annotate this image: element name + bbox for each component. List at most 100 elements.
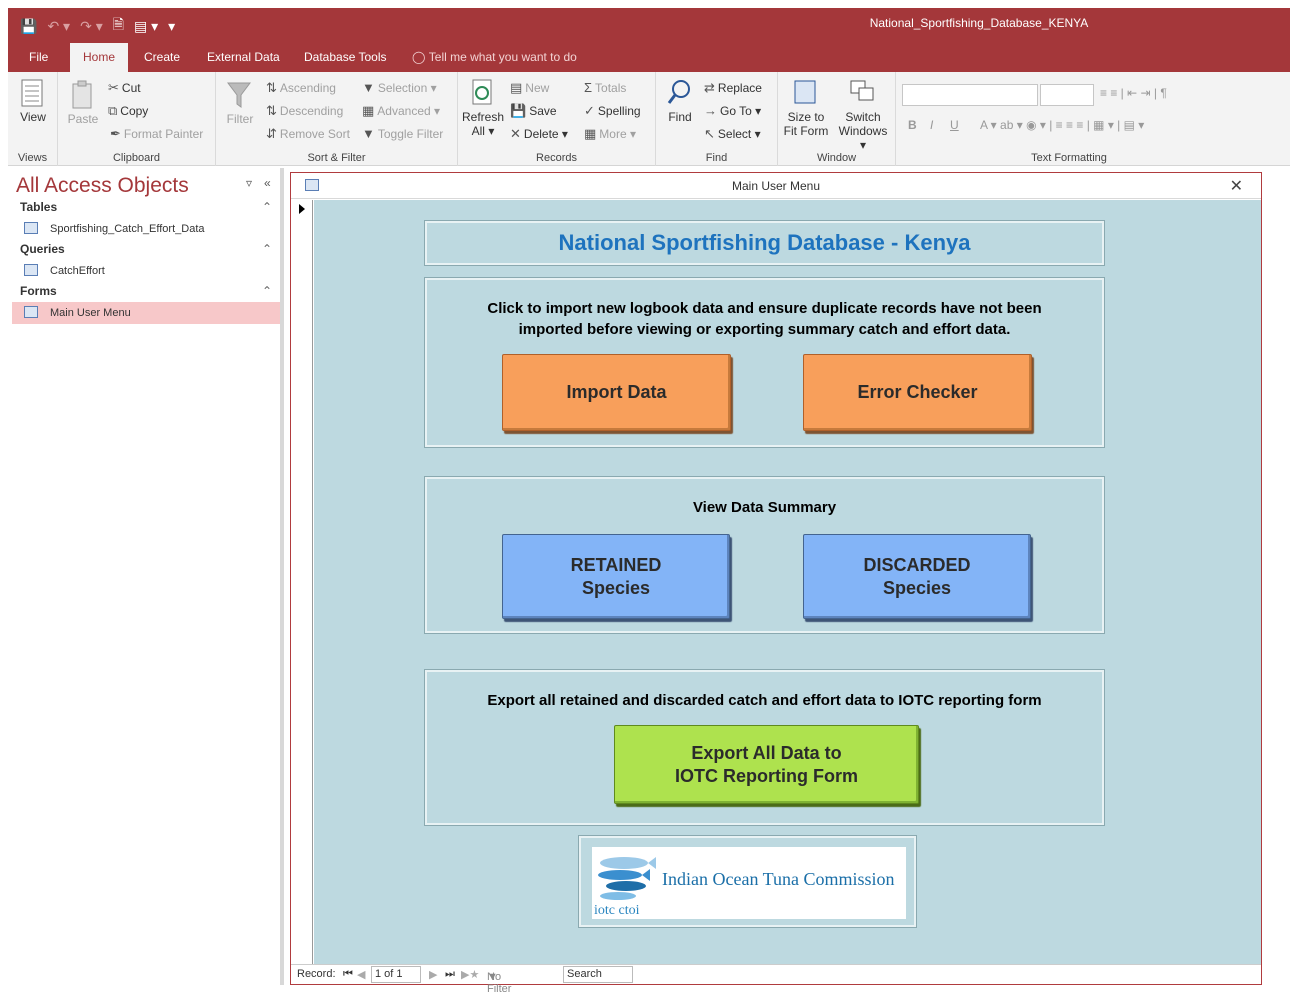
select-label: Select [717,127,752,141]
list-bullets-icon[interactable]: ≡ ≡ | ⇤ ⇥ | ¶ [1100,86,1167,100]
size-to-label: Size to [787,110,825,124]
views-group: View Views [8,72,58,166]
filter-button[interactable]: Filter [222,80,258,126]
descending-button[interactable]: ⇅ Descending [266,103,343,119]
nav-section-forms[interactable]: Forms ⌃ [20,284,272,298]
export-all-data-button[interactable]: Export All Data to IOTC Reporting Form [614,725,919,804]
last-record-icon[interactable]: ⏭ [445,968,455,981]
queries-header-label: Queries [20,242,65,256]
delete-button[interactable]: ✕ Delete ▾ [510,126,568,142]
selection-button[interactable]: ▼ Selection ▾ [362,80,437,95]
import-data-button[interactable]: Import Data [502,354,731,431]
form-title-bar: Main User Menu ✕ [291,173,1261,199]
find-button[interactable]: Find [662,78,698,124]
tab-create[interactable]: Create [131,43,193,72]
replace-button[interactable]: ⇄ Replace [704,80,762,96]
underline-icon[interactable]: U [950,118,959,132]
first-record-icon[interactable]: ⏮ [343,968,353,981]
record-position-box[interactable]: 1 of 1 [371,966,421,983]
copy-button[interactable]: ⧉ Copy [108,103,148,119]
nav-item-form[interactable]: Main User Menu [12,302,280,324]
forms-header-label: Forms [20,284,57,298]
sort-filter-group: Filter ⇅ Ascending ⇅ Descending ⇵ Remove So… [216,72,458,166]
bold-icon[interactable]: B [908,118,917,132]
switch-label: Switch [845,110,881,124]
search-box[interactable]: Search [563,966,633,983]
paste-label: Paste [67,112,99,126]
view-icon [21,79,43,107]
font-size-combo[interactable] [1040,84,1094,106]
font-name-combo[interactable] [902,84,1038,106]
ascending-button[interactable]: ⇅ Ascending [266,80,336,96]
retained-species-button[interactable]: RETAINED Species [502,534,730,619]
spelling-button[interactable]: ✓ Spelling [584,103,641,119]
more-button[interactable]: ▦ More ▾ [584,126,636,142]
refresh-icon [472,79,492,105]
collapse-chevron-icon: ⌃ [261,284,272,298]
nav-pane-title[interactable]: All Access Objects [16,174,189,198]
select-button[interactable]: ↖ Select ▾ [704,126,761,142]
copy-label: Copy [120,104,149,118]
spelling-label: Spelling [597,104,641,118]
form-title: Main User Menu [731,179,821,193]
goto-button[interactable]: → Go To ▾ [704,103,761,118]
record-selector[interactable] [291,200,313,964]
current-record-arrow-icon [299,204,305,214]
ribbon-tabs: File Home Create External Data Database … [8,40,1290,72]
toggle-filter-button[interactable]: ▼ Toggle Filter [362,126,443,141]
font-color-icon[interactable]: A ▾ ab ▾ ◉ ▾ | ≡ ≡ ≡ | ▦ ▾ | ▤ ▾ [980,118,1144,132]
totals-button[interactable]: Σ Totals [584,80,626,95]
clipboard-icon [72,80,92,109]
tab-external-data[interactable]: External Data [194,43,293,72]
iotc-logo: Indian Ocean Tuna Commission iotc ctoi [592,847,906,919]
close-icon[interactable]: ✕ [1230,176,1243,196]
switch-windows-button[interactable]: Switch Windows ▾ [834,78,892,152]
find-label: Find [668,110,692,124]
sigma-icon: Σ [584,80,593,95]
text-formatting-group: ≡ ≡ | ⇤ ⇥ | ¶ B I U A ▾ ab ▾ ◉ ▾ | ≡ ≡ ≡… [896,72,1242,166]
tell-me-box[interactable]: ◯ Tell me what you want to do [412,43,577,72]
advanced-button[interactable]: ▦ Advanced ▾ [362,103,440,119]
collapse-pane-icon[interactable]: « [264,176,271,190]
form-window: Main User Menu ✕ National Sportfishing D… [290,172,1262,995]
view-button[interactable]: View [14,78,52,124]
new-record-icon[interactable]: ▶★ [461,968,479,981]
cut-label: Cut [121,81,141,95]
nav-item-query[interactable]: CatchEffort [12,260,280,282]
find-group-label: Find [705,152,728,164]
new-label: New [525,81,550,95]
more-icon: ▦ [584,126,597,141]
italic-icon[interactable]: I [930,118,933,132]
funnel-icon [227,82,251,108]
find-group: Find ⇄ Replace → Go To ▾ ↖ Select ▾ Find [656,72,778,166]
logo-panel: Indian Ocean Tuna Commission iotc ctoi [578,835,917,928]
tab-home[interactable]: Home [70,43,129,72]
record-label: Record: [297,968,336,980]
nav-menu-icon[interactable]: ▿ [246,176,252,190]
refresh-all-button[interactable]: Refresh All ▾ [462,78,504,138]
tab-file[interactable]: File [16,43,61,72]
records-group-label: Records [536,152,577,164]
error-checker-button[interactable]: Error Checker [803,354,1032,431]
new-record-button[interactable]: ▤ New [510,80,549,96]
remove-sort-button[interactable]: ⇵ Remove Sort [266,126,350,142]
next-record-icon[interactable]: ▶ [429,968,437,981]
save-label: Save [529,104,557,118]
save-button[interactable]: 💾 Save [510,103,557,119]
query-icon [24,264,38,276]
nav-item-table[interactable]: Sportfishing_Catch_Effort_Data [12,218,280,240]
format-painter-button[interactable]: ✒ Format Painter [110,126,203,142]
navigation-pane: All Access Objects ▿ « Tables ⌃ Sportfish… [8,168,284,985]
title-bar: 💾 ↶ ▾ ↷ ▾ 🗎 ▤ ▾ ▾ National_Sportfishing_… [8,8,1290,40]
cut-button[interactable]: ✂ Cut [108,80,141,96]
advanced-label: Advanced [377,104,431,118]
previous-record-icon[interactable]: ◀ [357,968,365,981]
nav-section-tables[interactable]: Tables ⌃ [20,200,272,214]
paste-button[interactable]: Paste [66,80,100,126]
nav-section-queries[interactable]: Queries ⌃ [20,242,272,256]
discarded-species-button[interactable]: DISCARDED Species [803,534,1031,619]
tab-database-tools[interactable]: Database Tools [291,43,400,72]
size-to-fit-button[interactable]: Size to Fit Form [780,78,832,138]
ascending-label: Ascending [279,81,336,95]
selection-filter-icon: ▼ [362,80,375,95]
